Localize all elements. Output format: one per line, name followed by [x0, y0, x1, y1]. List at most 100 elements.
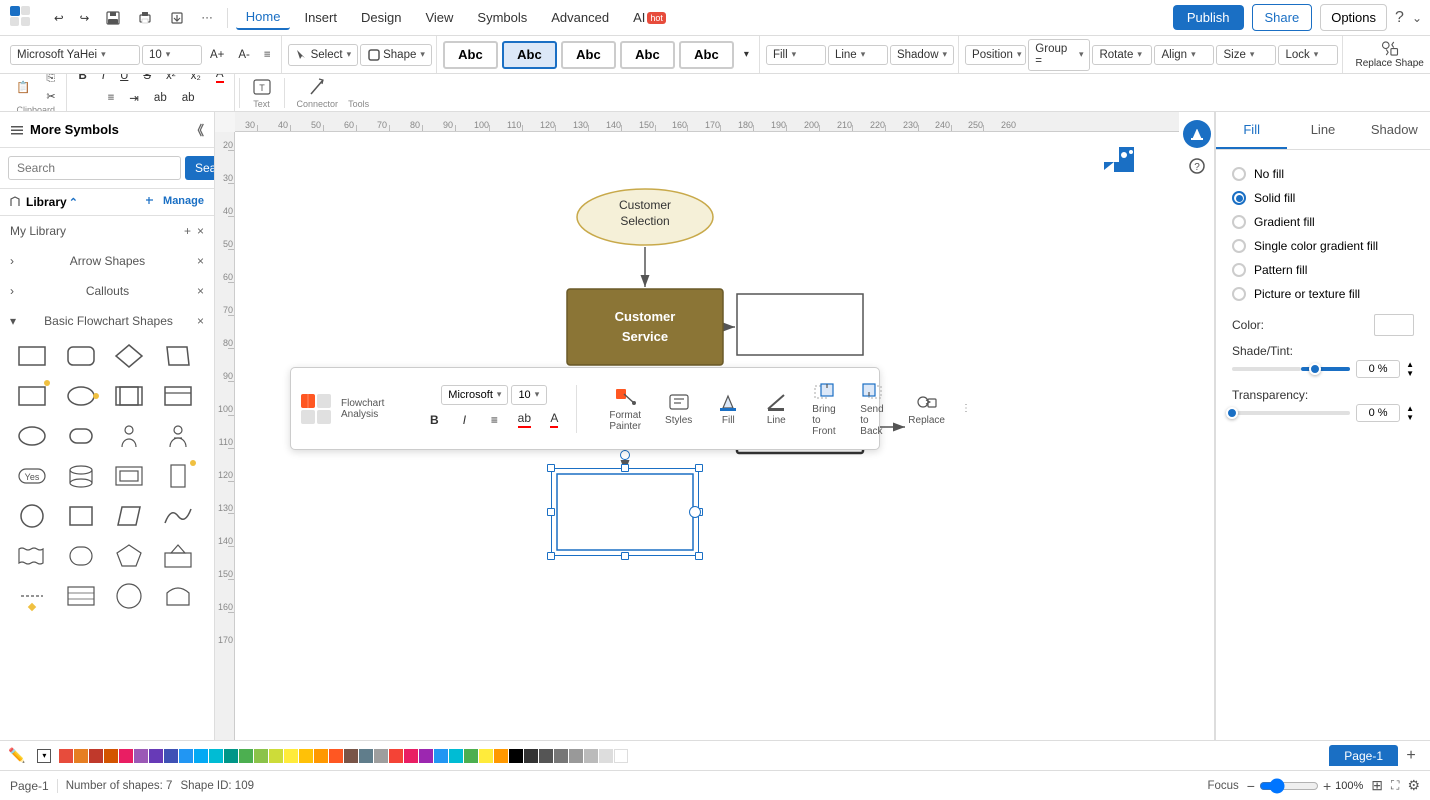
ft-replace-btn[interactable]: Replace: [900, 387, 953, 430]
tab-line[interactable]: Line: [1287, 112, 1358, 149]
shade-thumb[interactable]: [1309, 363, 1321, 375]
gradient-fill-radio[interactable]: [1232, 215, 1246, 229]
line-dropdown[interactable]: Line ▾: [828, 45, 888, 65]
ft-italic-btn[interactable]: I: [450, 407, 478, 433]
italic-btn[interactable]: I: [96, 74, 111, 85]
redo-btn[interactable]: ↪: [74, 8, 96, 28]
color-swatch-blue2[interactable]: [434, 749, 448, 763]
shade-up[interactable]: ▲: [1406, 361, 1414, 369]
zoom-slider[interactable]: [1259, 778, 1319, 794]
trans-down[interactable]: ▼: [1406, 414, 1414, 422]
style-normal[interactable]: Abc: [443, 41, 498, 69]
palette-indicator[interactable]: ▾: [37, 749, 51, 763]
lock-dropdown[interactable]: Lock ▾: [1278, 45, 1338, 65]
search-input[interactable]: [8, 156, 181, 180]
transparency-input[interactable]: [1356, 404, 1400, 422]
shade-input[interactable]: [1356, 360, 1400, 378]
shape-inner-rect[interactable]: [109, 458, 149, 494]
color-swatch-dark3[interactable]: [554, 749, 568, 763]
tab-shadow[interactable]: Shadow: [1359, 112, 1430, 149]
shape-rect[interactable]: [12, 338, 52, 374]
shape-empty-rect[interactable]: [735, 292, 865, 357]
shape-rect2[interactable]: [12, 378, 52, 414]
color-swatch-light-green[interactable]: [254, 749, 268, 763]
shape-slanted-rect[interactable]: [109, 498, 149, 534]
color-preview[interactable]: [1374, 314, 1414, 336]
font-size-up-btn[interactable]: A+: [204, 46, 230, 64]
style-outlined[interactable]: Abc: [561, 41, 616, 69]
subscript-btn[interactable]: x₂: [185, 74, 207, 85]
shape-triangle-rect[interactable]: [158, 538, 198, 574]
shape-wave[interactable]: [158, 498, 198, 534]
print-btn[interactable]: [131, 7, 159, 29]
export-btn[interactable]: [163, 7, 191, 29]
style-rounded[interactable]: Abc: [620, 41, 675, 69]
clipboard-paste[interactable]: 📋: [10, 77, 36, 97]
ft-align-btn[interactable]: ≡: [480, 407, 508, 433]
solid-fill-radio[interactable]: [1232, 191, 1246, 205]
indent-btn[interactable]: ⇥: [123, 88, 145, 108]
font-family-dropdown[interactable]: Microsoft YaHei ▾: [10, 45, 140, 65]
shape-rounded2[interactable]: [61, 418, 101, 454]
trans-up[interactable]: ▲: [1406, 405, 1414, 413]
ai-icon[interactable]: [1089, 142, 1139, 177]
shape-rect3[interactable]: [158, 378, 198, 414]
shape-large-circle[interactable]: [109, 578, 149, 614]
settings-btn[interactable]: ⚙: [1407, 777, 1420, 794]
color-swatch-orange[interactable]: [74, 749, 88, 763]
color-swatch-blue-grey[interactable]: [359, 749, 373, 763]
styles-more[interactable]: ▾: [738, 46, 755, 63]
color-swatch-darkred[interactable]: [89, 749, 103, 763]
shape-person2[interactable]: [158, 418, 198, 454]
shape-diamond[interactable]: [109, 338, 149, 374]
remove-lib-btn[interactable]: ×: [197, 224, 204, 238]
canvas-area[interactable]: 30 40 50 60 70 80 90 100 110 120: [215, 112, 1179, 740]
color-swatch-yellow2[interactable]: [479, 749, 493, 763]
color-swatch-orange2[interactable]: [314, 749, 328, 763]
remove-flowchart-btn[interactable]: ×: [197, 314, 204, 328]
menu-ai[interactable]: AI hot: [623, 6, 676, 29]
menu-advanced[interactable]: Advanced: [541, 6, 619, 29]
menu-design[interactable]: Design: [351, 6, 411, 29]
trans-thumb[interactable]: [1226, 407, 1238, 419]
color-swatch-light1[interactable]: [584, 749, 598, 763]
group-dropdown[interactable]: Group = ▾: [1028, 39, 1090, 71]
shape-double-rect[interactable]: [109, 378, 149, 414]
shape-rounded3[interactable]: [61, 538, 101, 574]
single-gradient-option[interactable]: Single color gradient fill: [1228, 234, 1418, 258]
font-size-dropdown[interactable]: 10 ▾: [142, 45, 202, 65]
color-swatch-pink[interactable]: [119, 749, 133, 763]
arrow-shapes-header[interactable]: › Arrow Shapes ×: [10, 250, 204, 272]
color-swatch-purple[interactable]: [134, 749, 148, 763]
no-fill-radio[interactable]: [1232, 167, 1246, 181]
single-gradient-radio[interactable]: [1232, 239, 1246, 253]
font-size-down-btn[interactable]: A-: [232, 46, 256, 64]
add-lib-btn[interactable]: +: [184, 224, 191, 238]
menu-symbols[interactable]: Symbols: [467, 6, 537, 29]
menu-insert[interactable]: Insert: [294, 6, 347, 29]
undo-btn[interactable]: ↩: [48, 8, 70, 28]
copy-btn[interactable]: ⎘: [40, 74, 61, 86]
color-swatch-deep-orange[interactable]: [329, 749, 343, 763]
pattern-fill-option[interactable]: Pattern fill: [1228, 258, 1418, 282]
font-color3-btn[interactable]: ab: [148, 89, 173, 107]
shape-pentagon[interactable]: [109, 538, 149, 574]
color-swatch-dark1[interactable]: [524, 749, 538, 763]
superscript-btn[interactable]: x²: [160, 74, 182, 85]
pattern-fill-radio[interactable]: [1232, 263, 1246, 277]
size-dropdown[interactable]: Size ▾: [1216, 45, 1276, 65]
ft-color-btn[interactable]: A: [540, 407, 568, 433]
remove-arrow-btn[interactable]: ×: [197, 254, 204, 268]
tab-fill[interactable]: Fill: [1216, 112, 1287, 149]
color-swatch-grey2[interactable]: [569, 749, 583, 763]
ft-format-painter-btn[interactable]: Format Painter: [601, 382, 649, 436]
color-swatch-grey[interactable]: [374, 749, 388, 763]
bold-btn[interactable]: B: [73, 74, 93, 85]
sidebar-collapse-btn[interactable]: 《: [191, 120, 204, 139]
shape-circle2[interactable]: [12, 498, 52, 534]
solid-fill-option[interactable]: Solid fill: [1228, 186, 1418, 210]
picture-fill-radio[interactable]: [1232, 287, 1246, 301]
highlight-btn[interactable]: ab: [176, 89, 201, 107]
rp-fill-nav-btn[interactable]: [1183, 120, 1211, 148]
share-btn[interactable]: Share: [1252, 4, 1313, 31]
